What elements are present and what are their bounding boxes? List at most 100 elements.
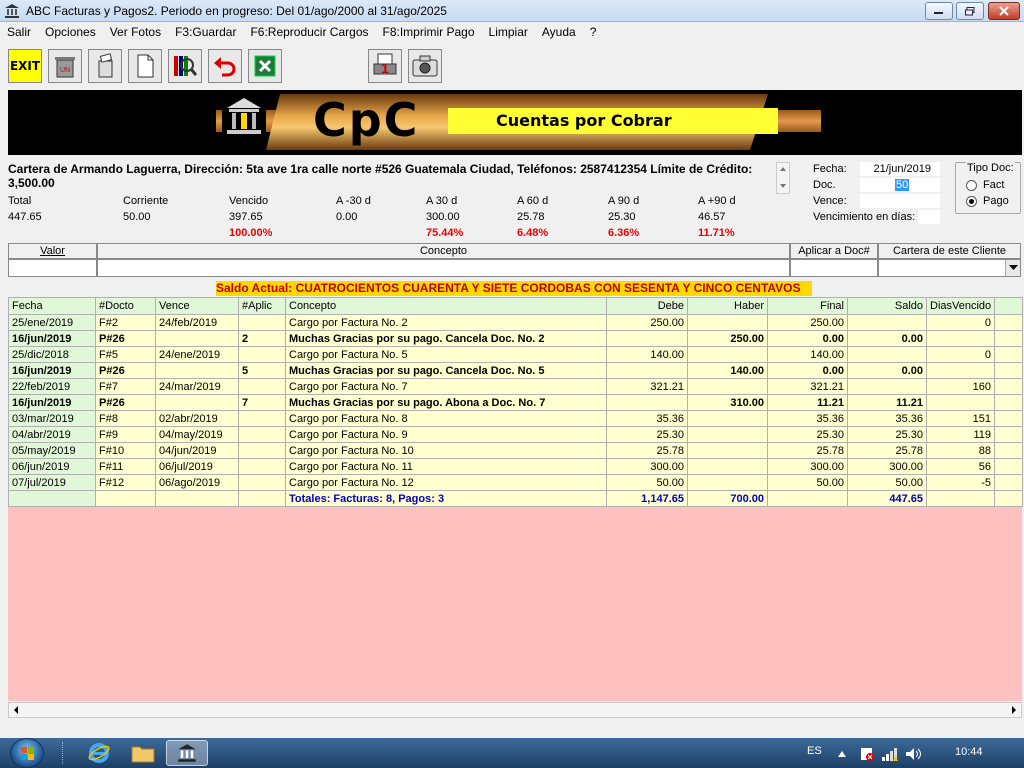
valor-input[interactable] <box>8 259 97 277</box>
cell-vence[interactable]: 04/jun/2019 <box>155 442 239 459</box>
col-haber[interactable]: Haber <box>687 297 768 315</box>
exit-button[interactable]: EXIT <box>8 49 42 83</box>
cell-fecha[interactable]: 25/ene/2019 <box>8 314 96 331</box>
radio-fact[interactable] <box>966 180 977 191</box>
cell-debe[interactable]: 50.00 <box>606 474 688 491</box>
cell-concepto[interactable]: Cargo por Factura No. 2 <box>285 314 607 331</box>
cell-aplic[interactable] <box>238 442 286 459</box>
cell-debe[interactable]: 140.00 <box>606 346 688 363</box>
cell-dias[interactable]: 0 <box>926 314 995 331</box>
cell-haber[interactable] <box>687 378 768 395</box>
cell-vence[interactable]: 24/mar/2019 <box>155 378 239 395</box>
menu-imprimir-pago[interactable]: F8:Imprimir Pago <box>376 25 482 39</box>
cell-final[interactable]: 11.21 <box>767 394 848 411</box>
cell-concepto[interactable]: Muchas Gracias por su pago. Cancela Doc.… <box>285 362 607 379</box>
cell-debe[interactable] <box>606 362 688 379</box>
cell-docto[interactable]: P#26 <box>95 330 156 347</box>
cell-dias[interactable] <box>926 330 995 347</box>
language-indicator[interactable]: ES <box>807 745 822 757</box>
cell-saldo[interactable] <box>847 346 927 363</box>
cell-dias[interactable]: 88 <box>926 442 995 459</box>
menu-ayuda[interactable]: Ayuda <box>535 25 583 39</box>
cell-dias[interactable]: 56 <box>926 458 995 475</box>
cell-haber[interactable]: 140.00 <box>687 362 768 379</box>
cell-haber[interactable] <box>687 474 768 491</box>
cell-vence[interactable]: 06/ago/2019 <box>155 474 239 491</box>
col-saldo[interactable]: Saldo <box>847 297 927 315</box>
cell-debe[interactable] <box>606 330 688 347</box>
cell-final[interactable]: 25.78 <box>767 442 848 459</box>
invoice-row[interactable]: 04/abr/2019 F#9 04/may/2019 Cargo por Factu… <box>8 426 1023 443</box>
excel-button[interactable] <box>248 49 282 83</box>
cell-aplic[interactable] <box>238 378 286 395</box>
delete-button[interactable]: UN <box>48 49 82 83</box>
cell-final[interactable]: 250.00 <box>767 314 848 331</box>
new-document-button[interactable] <box>128 49 162 83</box>
cell-fecha[interactable]: 03/mar/2019 <box>8 410 96 427</box>
cell-dias[interactable]: 0 <box>926 346 995 363</box>
cell-docto[interactable]: F#7 <box>95 378 156 395</box>
cell-saldo[interactable]: 11.21 <box>847 394 927 411</box>
cell-docto[interactable]: F#9 <box>95 426 156 443</box>
cartera-select[interactable] <box>878 259 1021 277</box>
payment-row[interactable]: 16/jun/2019 P#26 2 Muchas Gracias por su pa… <box>8 330 1023 347</box>
recycle-button[interactable] <box>88 49 122 83</box>
network-icon[interactable] <box>881 746 899 762</box>
cell-saldo[interactable]: 35.36 <box>847 410 927 427</box>
cell-dias[interactable] <box>926 394 995 411</box>
menu-guardar[interactable]: F3:Guardar <box>168 25 243 39</box>
cell-saldo[interactable]: 25.78 <box>847 442 927 459</box>
cell-fecha[interactable]: 16/jun/2019 <box>8 330 96 347</box>
cell-docto[interactable]: F#10 <box>95 442 156 459</box>
print-button[interactable]: 1 <box>368 49 402 83</box>
taskbar-cpc-app[interactable] <box>166 740 208 766</box>
cell-debe[interactable]: 250.00 <box>606 314 688 331</box>
cell-fecha[interactable]: 25/dic/2018 <box>8 346 96 363</box>
cell-concepto[interactable]: Cargo por Factura No. 10 <box>285 442 607 459</box>
cell-haber[interactable] <box>687 314 768 331</box>
cell-docto[interactable]: P#26 <box>95 394 156 411</box>
cell-docto[interactable]: F#8 <box>95 410 156 427</box>
cell-docto[interactable]: P#26 <box>95 362 156 379</box>
cell-vence[interactable]: 24/feb/2019 <box>155 314 239 331</box>
clock[interactable]: 10:44 <box>955 746 983 758</box>
cell-haber[interactable]: 250.00 <box>687 330 768 347</box>
invoice-row[interactable]: 07/jul/2019 F#12 06/ago/2019 Cargo por Fact… <box>8 474 1023 491</box>
cell-concepto[interactable]: Muchas Gracias por su pago. Abona a Doc.… <box>285 394 607 411</box>
vencimiento-dias-field[interactable] <box>918 210 940 224</box>
cell-concepto[interactable]: Cargo por Factura No. 7 <box>285 378 607 395</box>
vence-field[interactable] <box>860 194 940 208</box>
cell-fecha[interactable]: 06/jun/2019 <box>8 458 96 475</box>
payment-row[interactable]: 16/jun/2019 P#26 7 Muchas Gracias por su pa… <box>8 394 1023 411</box>
cell-vence[interactable]: 04/may/2019 <box>155 426 239 443</box>
cell-aplic[interactable] <box>238 410 286 427</box>
col-debe[interactable]: Debe <box>606 297 688 315</box>
cell-saldo[interactable]: 50.00 <box>847 474 927 491</box>
cell-saldo[interactable]: 0.00 <box>847 362 927 379</box>
invoice-row[interactable]: 05/may/2019 F#10 04/jun/2019 Cargo por Fact… <box>8 442 1023 459</box>
cell-aplic[interactable]: 5 <box>238 362 286 379</box>
cell-fecha[interactable]: 05/may/2019 <box>8 442 96 459</box>
cell-final[interactable]: 140.00 <box>767 346 848 363</box>
cell-dias[interactable]: 119 <box>926 426 995 443</box>
minimize-button[interactable] <box>925 2 953 20</box>
invoice-row[interactable]: 22/feb/2019 F#7 24/mar/2019 Cargo por Factu… <box>8 378 1023 395</box>
col-final[interactable]: Final <box>767 297 848 315</box>
invoice-row[interactable]: 06/jun/2019 F#11 06/jul/2019 Cargo por Fact… <box>8 458 1023 475</box>
cell-vence[interactable]: 02/abr/2019 <box>155 410 239 427</box>
cell-aplic[interactable] <box>238 458 286 475</box>
maximize-button[interactable] <box>956 2 984 20</box>
cell-concepto[interactable]: Muchas Gracias por su pago. Cancela Doc.… <box>285 330 607 347</box>
cell-aplic[interactable] <box>238 346 286 363</box>
menu-ver-fotos[interactable]: Ver Fotos <box>103 25 168 39</box>
cell-docto[interactable]: F#12 <box>95 474 156 491</box>
cell-debe[interactable] <box>606 394 688 411</box>
close-button[interactable] <box>988 2 1020 20</box>
concepto-input[interactable] <box>97 259 790 277</box>
cell-docto[interactable]: F#2 <box>95 314 156 331</box>
cell-fecha[interactable]: 04/abr/2019 <box>8 426 96 443</box>
cell-haber[interactable] <box>687 410 768 427</box>
aplicar-doc-input[interactable] <box>790 259 878 277</box>
doc-field[interactable]: 50 <box>860 178 940 192</box>
cell-vence[interactable] <box>155 330 239 347</box>
